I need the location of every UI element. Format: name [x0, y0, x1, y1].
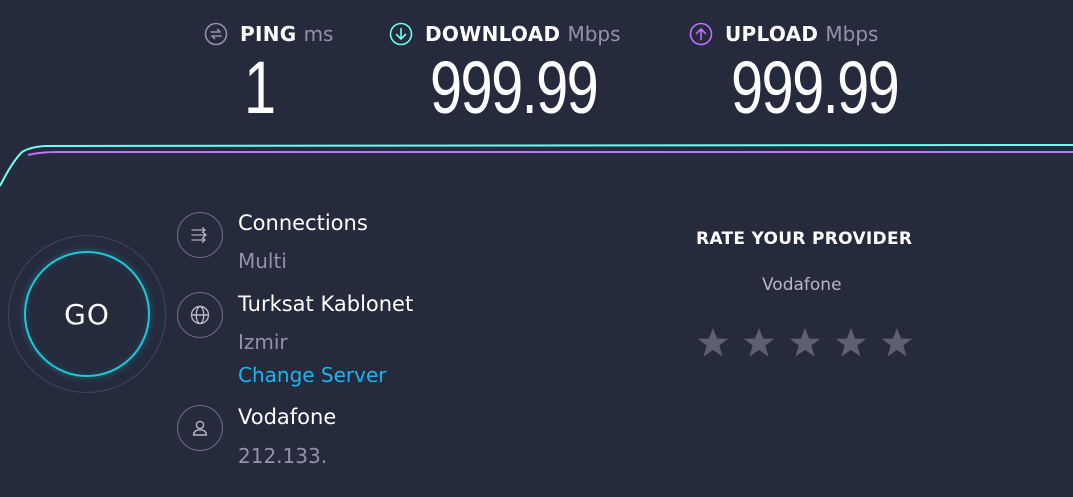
rate-provider-title: RATE YOUR PROVIDER [696, 229, 913, 249]
upload-value: 999.99 [731, 46, 900, 129]
ping-value: 1 [244, 46, 276, 129]
star-icon-1[interactable] [694, 324, 732, 362]
connections-icon [177, 212, 223, 258]
connections-title: Connections [238, 211, 368, 235]
change-server-link[interactable]: Change Server [238, 363, 387, 387]
ping-header: PING ms [204, 20, 333, 48]
go-button[interactable]: GO [24, 251, 150, 377]
download-icon [389, 22, 413, 46]
star-icon-3[interactable] [786, 324, 824, 362]
speed-graph [0, 144, 1073, 187]
rating-stars [694, 324, 916, 362]
provider-name: Vodafone [238, 405, 337, 429]
user-icon [177, 405, 223, 451]
rate-provider-name: Vodafone [762, 275, 842, 295]
star-icon-4[interactable] [832, 324, 870, 362]
provider-ip: 212.133. [238, 444, 328, 468]
upload-graph-line [27, 151, 1073, 156]
download-value: 999.99 [430, 46, 599, 129]
ping-label: PING [240, 22, 297, 46]
download-label: DOWNLOAD [425, 22, 561, 46]
star-icon-2[interactable] [740, 324, 778, 362]
star-icon-5[interactable] [878, 324, 916, 362]
ping-icon [204, 22, 228, 46]
speedtest-panel: PING ms 1 DOWNLOAD Mbps 999.99 UPLOAD Mb… [0, 0, 1073, 497]
upload-unit: Mbps [825, 22, 879, 46]
download-header: DOWNLOAD Mbps [389, 20, 621, 48]
globe-icon [177, 292, 223, 338]
server-location: Izmir [238, 330, 288, 354]
ping-unit: ms [303, 22, 334, 46]
server-name: Turksat Kablonet [238, 292, 414, 316]
upload-label: UPLOAD [725, 22, 819, 46]
connections-value: Multi [238, 249, 287, 273]
upload-icon [689, 22, 713, 46]
upload-header: UPLOAD Mbps [689, 20, 878, 48]
download-unit: Mbps [567, 22, 621, 46]
